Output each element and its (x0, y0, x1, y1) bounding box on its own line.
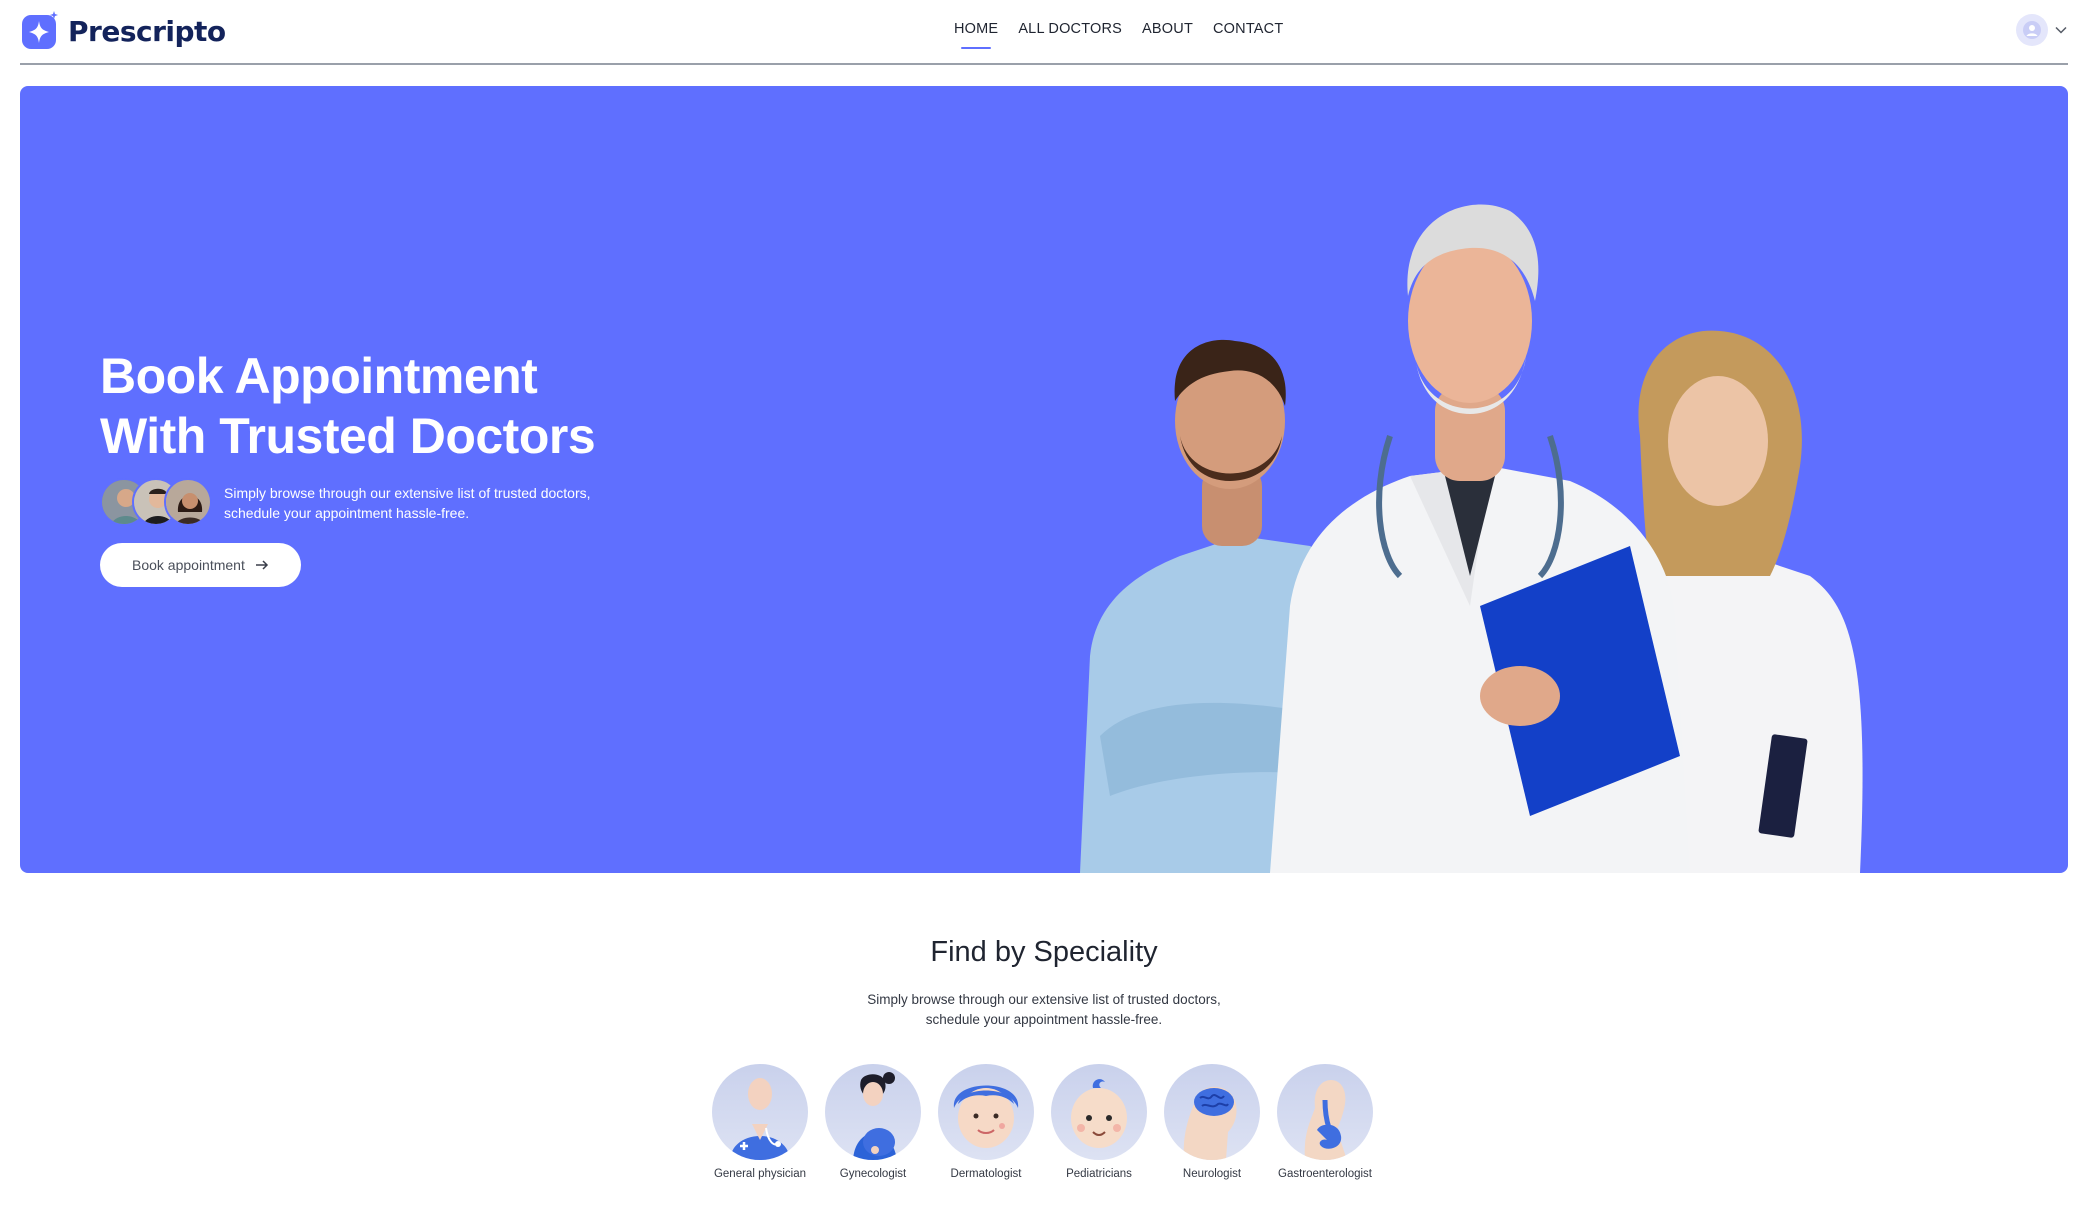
speciality-list: General physician Gynecologist Dermatolo… (712, 1064, 1373, 1180)
speciality-item-pediatricians[interactable]: Pediatricians (1051, 1064, 1147, 1180)
doctors-group-image (1080, 204, 1863, 873)
speciality-subtitle: Simply browse through our extensive list… (844, 990, 1244, 1030)
nav-link-about[interactable]: ABOUT (1142, 21, 1193, 37)
gynecologist-icon (825, 1064, 921, 1160)
gastroenterologist-icon (1277, 1064, 1373, 1160)
user-avatar-icon[interactable] (2016, 14, 2048, 46)
pediatrician-icon (1051, 1064, 1147, 1160)
hero-title-line-1: Book Appointment (100, 348, 538, 404)
speciality-item-gastroenterologist[interactable]: Gastroenterologist (1277, 1064, 1373, 1180)
book-appointment-label: Book appointment (132, 557, 245, 573)
dermatologist-icon (938, 1064, 1034, 1160)
brand-logo[interactable]: Prescripto (20, 10, 226, 52)
profile-menu[interactable] (2016, 14, 2068, 46)
doctor-avatar-3 (164, 478, 212, 526)
nav-link-home[interactable]: HOME (954, 21, 998, 49)
nav-link-contact[interactable]: CONTACT (1213, 21, 1283, 37)
speciality-item-neurologist[interactable]: Neurologist (1164, 1064, 1260, 1180)
speciality-label: Neurologist (1182, 1168, 1242, 1180)
hero-subtitle-line-2: schedule your appointment hassle-free. (224, 505, 470, 521)
neurologist-icon (1164, 1064, 1260, 1160)
book-appointment-button[interactable]: Book appointment (100, 543, 301, 587)
hero-banner: Book Appointment With Trusted Doctors Si… (20, 86, 2068, 873)
speciality-subtitle-line-2: schedule your appointment hassle-free. (925, 1012, 1163, 1027)
nav-link-all-doctors[interactable]: ALL DOCTORS (1018, 21, 1122, 37)
speciality-label: Dermatologist (950, 1168, 1022, 1180)
hero-title: Book Appointment With Trusted Doctors (100, 346, 700, 466)
speciality-item-dermatologist[interactable]: Dermatologist (938, 1064, 1034, 1180)
hero-subtitle-row: Simply browse through our extensive list… (100, 478, 624, 528)
speciality-label: General physician (713, 1168, 807, 1180)
arrow-right-icon (255, 560, 268, 570)
speciality-label: Gynecologist (839, 1168, 907, 1180)
doctor-senior-figure (1270, 204, 1690, 873)
general-physician-icon (712, 1064, 808, 1160)
hero-subtitle: Simply browse through our extensive list… (224, 483, 624, 523)
user-silhouette-icon (2023, 21, 2041, 39)
brand-name: Prescripto (68, 14, 226, 48)
navbar: Prescripto HOME ALL DOCTORS ABOUT CONTAC… (20, 0, 2068, 65)
star-cross-logo-icon (22, 11, 58, 49)
speciality-item-gynecologist[interactable]: Gynecologist (825, 1064, 921, 1180)
group-profiles-image (100, 478, 212, 528)
speciality-item-general-physician[interactable]: General physician (712, 1064, 808, 1180)
speciality-label: Gastroenterologist (1278, 1168, 1372, 1180)
main-nav: HOME ALL DOCTORS ABOUT CONTACT (954, 21, 1283, 49)
hero-title-line-2: With Trusted Doctors (100, 408, 596, 464)
speciality-title: Find by Speciality (930, 936, 1158, 968)
chevron-down-icon[interactable] (2054, 23, 2068, 37)
hero-subtitle-line-1: Simply browse through our extensive list… (224, 485, 591, 501)
speciality-label: Pediatricians (1066, 1168, 1132, 1180)
speciality-subtitle-line-1: Simply browse through our extensive list… (867, 992, 1221, 1007)
